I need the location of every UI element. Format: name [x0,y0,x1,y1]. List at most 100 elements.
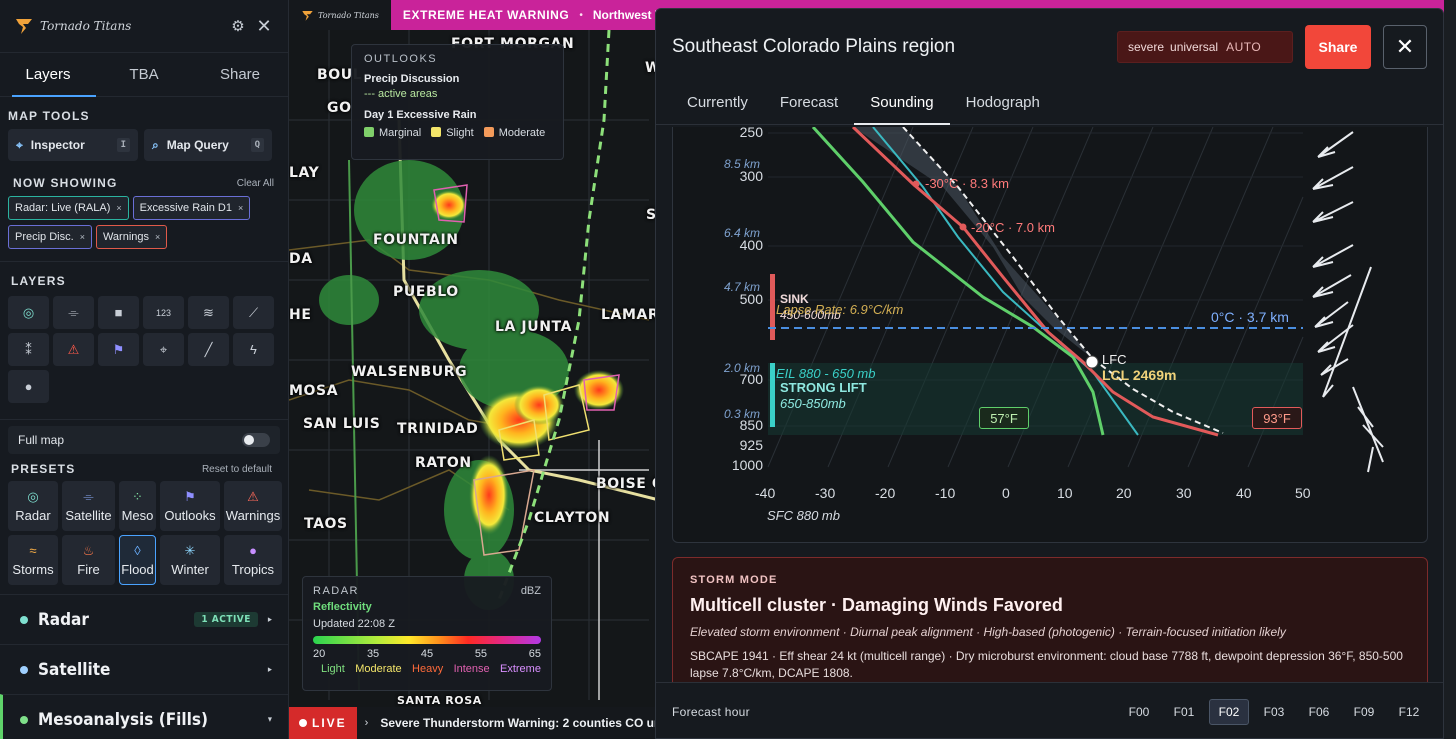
lcl-label: LCL 2469m [1102,367,1177,383]
wind-icon[interactable]: ⁑ [8,333,49,366]
chip-radar[interactable]: Radar: Live (RALA) × [8,196,129,220]
tab-share[interactable]: Share [192,53,288,96]
brand-name: Tornado Titans [40,19,132,33]
full-map-toggle-row[interactable]: Full map [8,426,280,454]
radar-legend-title: RADAR [313,585,360,597]
skewt-sounding-chart[interactable]: 250 300 400 500 700 850 925 1000 8.5 km … [672,124,1428,543]
chip-precip-disc[interactable]: Precip Disc. × [8,225,92,249]
expand-caret-icon[interactable]: ▾ [268,715,272,725]
close-panel-button[interactable]: ✕ [1383,25,1427,69]
tab-forecast[interactable]: Forecast [764,83,854,124]
heat-warning-title: EXTREME HEAT WARNING [402,8,570,22]
intensity-label: Intense [453,663,490,675]
reset-default-button[interactable]: Reset to default [202,464,272,475]
wand-icon[interactable]: ⟋ [233,296,274,329]
lfc-marker [1085,355,1099,369]
chip-remove-icon[interactable]: × [116,203,121,213]
preset-tropics[interactable]: ● Tropics [224,535,282,585]
globe-icon[interactable]: ● [8,370,49,403]
forecast-hour-f06[interactable]: F06 [1299,699,1339,725]
live-label: LIVE [312,716,347,730]
status-dot [20,715,28,724]
tick-label: 55 [474,648,488,660]
waves-icon[interactable]: ≋ [188,296,229,329]
preset-meso[interactable]: ⁘ Meso [119,481,156,531]
map-query-button[interactable]: ⌕ Map Query Q [144,129,272,161]
expand-caret-icon[interactable]: ▸ [268,615,272,625]
preset-fire[interactable]: ♨ Fire [62,535,115,585]
forecast-hour-f09[interactable]: F09 [1344,699,1384,725]
preset-storms[interactable]: ≈ Storms [8,535,58,585]
preset-satellite[interactable]: ⌯ Satellite [62,481,115,531]
numbers-icon[interactable]: 123 [143,296,184,329]
inspector-button[interactable]: ⌖ Inspector I [8,129,138,161]
live-ticker[interactable]: LIVE › Severe Thunderstorm Warning: 2 co… [289,707,669,739]
city-label: DA [289,251,313,267]
tick-label: 65 [528,648,541,660]
radar-icon[interactable]: ◎ [8,296,49,329]
forecast-hour-f12[interactable]: F12 [1389,699,1429,725]
preset-radar[interactable]: ◎ Radar [8,481,58,531]
sidebar-tabs: Layers TBA Share [0,53,288,97]
preset-flood[interactable]: ◊ Flood [119,535,156,585]
brand[interactable]: Tornado Titans [14,16,222,36]
tab-currently[interactable]: Currently [672,83,764,124]
preset-label: Satellite [65,507,112,523]
warning-icon[interactable]: ⚠ [53,333,94,366]
tab-hodograph[interactable]: Hodograph [950,83,1056,124]
map-edge [1444,0,1456,739]
tab-tba[interactable]: TBA [96,53,192,96]
forecast-hour-f00[interactable]: F00 [1119,699,1159,725]
legend-label: Slight [446,127,474,139]
excessive-rain-title: Day 1 Excessive Rain [364,109,477,121]
mode-selector[interactable]: severe universal AUTO [1117,31,1293,63]
preset-winter[interactable]: ✳ Winter [160,535,220,585]
topbar-brand[interactable]: Tornado Titans [289,0,391,30]
lfc-label: LFC [1102,352,1127,367]
preset-warnings[interactable]: ⚠ Warnings [224,481,282,531]
clear-all-button[interactable]: Clear All [237,178,274,189]
radar-product: Reflectivity [313,601,372,613]
settings-gear-icon[interactable]: ⚙ [228,16,248,36]
tab-layers[interactable]: Layers [0,53,96,97]
bolt-icon[interactable]: ϟ [233,333,274,366]
city-label: SAN LUIS [303,416,381,432]
chip-remove-icon[interactable]: × [238,203,243,213]
tab-sounding[interactable]: Sounding [854,83,951,125]
satellite-icon[interactable]: ⌯ [53,296,94,329]
preset-outlooks[interactable]: ⚑ Outlooks [160,481,220,531]
pin-icon[interactable]: ⌖ [143,333,184,366]
group-satellite[interactable]: Satellite ▸ [0,644,288,694]
surface-temperature-badge: 93°F [1252,407,1302,429]
forecast-hour-f01[interactable]: F01 [1164,699,1204,725]
expand-caret-icon[interactable]: ▸ [268,665,272,675]
forecast-hour-label: Forecast hour [672,704,750,719]
chip-excessive-rain[interactable]: Excessive Rain D1 × [132,196,251,220]
radar-legend: RADAR dBZ Reflectivity Updated 22:08 Z 20… [302,576,552,691]
city-label: CLAYTON [534,510,611,526]
mode-auto: AUTO [1226,40,1262,54]
share-button[interactable]: Share [1305,25,1371,69]
panel-tabs: Currently Forecast Sounding Hodograph [656,83,1443,125]
status-dot [20,615,28,624]
chip-warnings[interactable]: Warnings × [95,225,168,249]
flag-icon[interactable]: ⚑ [98,333,139,366]
strong-lift-label: STRONG LIFT [780,380,867,395]
live-badge[interactable]: LIVE [289,707,357,739]
chip-remove-icon[interactable]: × [80,232,85,242]
group-radar[interactable]: Radar 1 ACTIVE ▸ [0,594,288,644]
chevron-right-icon[interactable]: › [365,717,369,729]
chip-remove-icon[interactable]: × [155,232,160,242]
now-showing-title: NOW SHOWING [13,176,118,190]
forecast-hour-f03[interactable]: F03 [1254,699,1294,725]
city-label: FOUNTAIN [373,232,459,248]
group-mesoanalysis[interactable]: Mesoanalysis (Fills) ▾ [0,694,288,739]
fire-icon: ♨ [82,542,95,558]
close-sidebar-icon[interactable]: ✕ [254,16,274,36]
line-icon[interactable]: ╱ [188,333,229,366]
full-map-toggle[interactable] [242,433,270,447]
location-panel: Southeast Colorado Plains region severe … [655,8,1444,739]
forecast-hour-f02[interactable]: F02 [1209,698,1249,725]
square-icon[interactable]: ■ [98,296,139,329]
group-label: Radar [38,609,89,630]
